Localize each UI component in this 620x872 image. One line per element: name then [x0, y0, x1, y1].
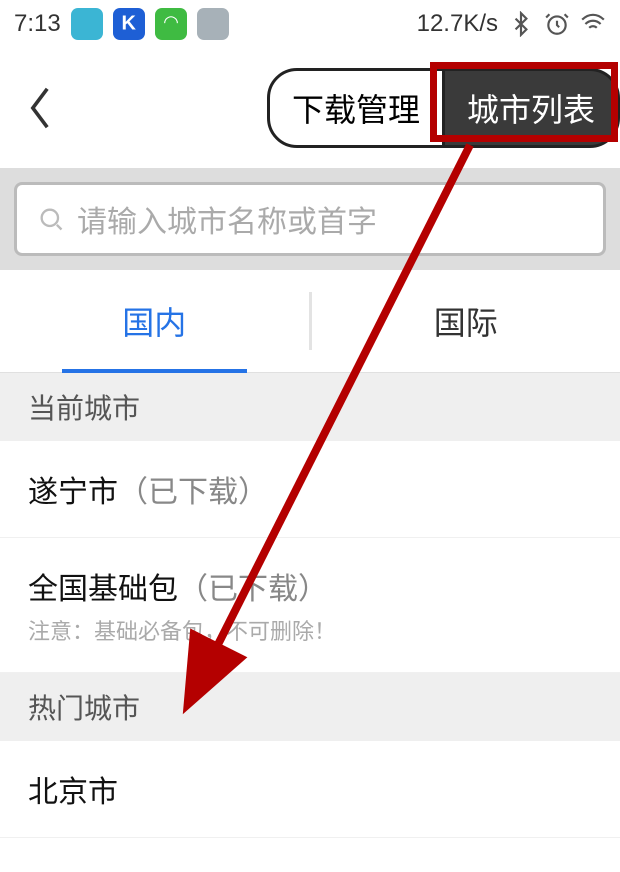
status-bar: 7:13 12.7K/s [0, 0, 620, 48]
alarm-icon [544, 11, 570, 37]
download-status: （已下载） [118, 476, 268, 509]
city-name: 北京市 [28, 776, 118, 809]
list-item-national[interactable]: 全国基础包（已下载） 注意：基础必备包，不可删除！ [0, 538, 620, 673]
back-button[interactable] [10, 78, 70, 138]
section-hot-city: 热门城市 [0, 673, 620, 741]
button-group: 下载管理 城市列表 [267, 68, 620, 148]
tab-international[interactable]: 国际 [312, 270, 620, 372]
bluetooth-icon [508, 11, 534, 37]
app-icon-4 [197, 8, 229, 40]
header: 下载管理 城市列表 [0, 48, 620, 168]
search-wrap: 请输入城市名称或首字 [0, 168, 620, 270]
tabs: 国内 国际 [0, 270, 620, 373]
download-status: （已下载） [178, 573, 328, 606]
app-icon-2 [113, 8, 145, 40]
search-icon [37, 205, 65, 233]
app-icon-1 [71, 8, 103, 40]
city-name: 遂宁市 [28, 476, 118, 509]
city-list-button[interactable]: 城市列表 [445, 68, 620, 148]
list-item-beijing[interactable]: 北京市 [0, 741, 620, 838]
search-input[interactable]: 请输入城市名称或首字 [14, 182, 606, 256]
wifi-icon [580, 11, 606, 37]
tab-domestic[interactable]: 国内 [0, 270, 309, 372]
list-item-suining[interactable]: 遂宁市（已下载） [0, 441, 620, 538]
status-time: 7:13 [14, 10, 61, 38]
chevron-left-icon [25, 84, 55, 132]
section-current-city: 当前城市 [0, 373, 620, 441]
status-speed: 12.7K/s [417, 10, 498, 38]
item-note: 注意：基础必备包，不可删除！ [28, 614, 592, 646]
download-manager-button[interactable]: 下载管理 [267, 68, 445, 148]
search-placeholder: 请输入城市名称或首字 [77, 197, 377, 241]
city-name: 全国基础包 [28, 573, 178, 606]
app-icon-3 [155, 8, 187, 40]
